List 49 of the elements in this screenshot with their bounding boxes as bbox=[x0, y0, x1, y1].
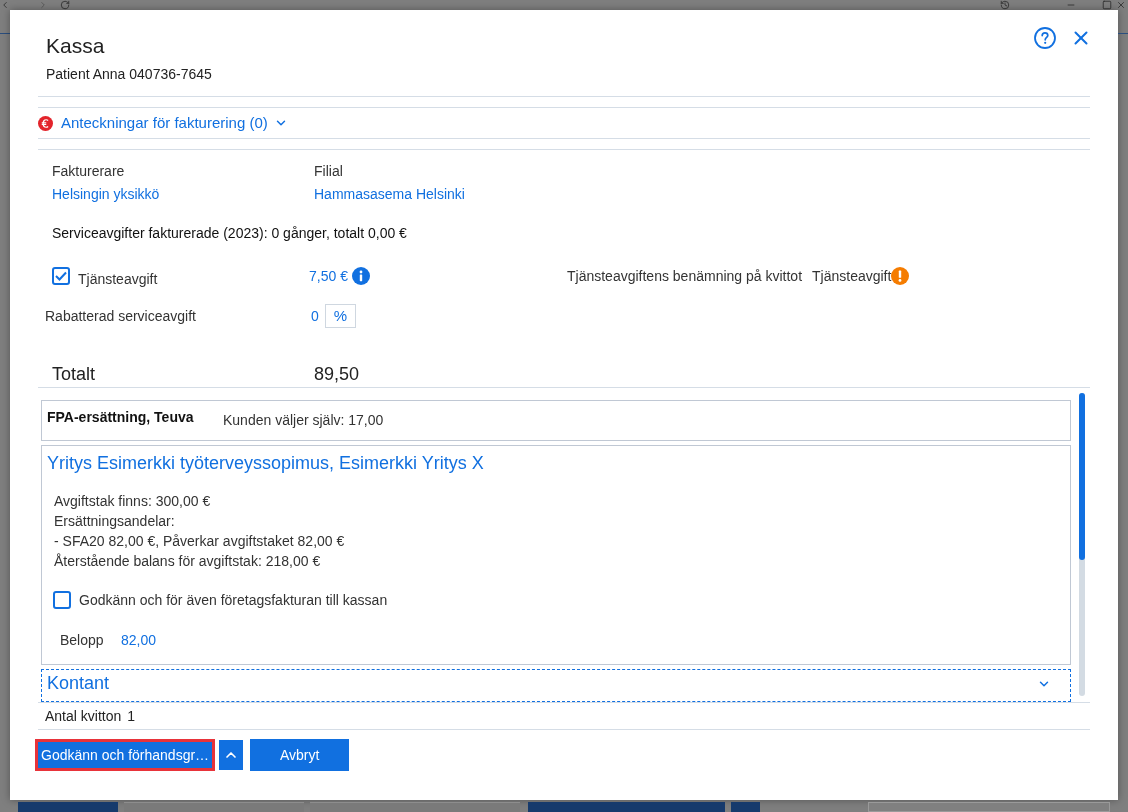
background-block bbox=[731, 802, 760, 812]
percent-toggle[interactable]: % bbox=[324, 304, 356, 328]
checkbox[interactable] bbox=[52, 267, 70, 285]
field-label: Filial bbox=[314, 162, 344, 181]
service-fee-summary: Serviceavgifter fakturerade (2023): 0 gånger, totalt 0,00 € bbox=[52, 224, 408, 243]
warning-icon bbox=[891, 267, 910, 285]
close-window-icon bbox=[1116, 0, 1126, 10]
amount-label: Belopp bbox=[60, 631, 105, 650]
discount-value[interactable]: 0 bbox=[311, 306, 319, 326]
checkbox[interactable] bbox=[53, 591, 71, 609]
checkmark-icon bbox=[55, 271, 67, 281]
help-button[interactable] bbox=[1034, 27, 1056, 49]
section-title: Kontant bbox=[47, 672, 110, 695]
billing-notes-toggle[interactable]: Anteckningar för fakturering (0) bbox=[61, 111, 268, 135]
contract-detail-line: Ersättningsandelar: bbox=[54, 512, 176, 531]
cancel-button[interactable]: Avbryt bbox=[250, 739, 350, 771]
checkbox-label[interactable]: Godkänn och för även företagsfakturan till kassan bbox=[79, 590, 388, 610]
receipt-name-value: Tjänsteavgift bbox=[812, 267, 892, 286]
info-icon[interactable] bbox=[351, 267, 370, 285]
payer-detail: Kunden väljer själv: 17,00 bbox=[223, 411, 384, 430]
contract-detail-line: Återstående balans för avgiftstak: 218,00 € bbox=[54, 552, 322, 571]
field-value[interactable]: Helsingin yksikkö bbox=[52, 184, 314, 204]
amount-value[interactable]: 82,00 bbox=[121, 630, 157, 650]
maximize-icon bbox=[1102, 0, 1112, 10]
receipt-count-label: Antal kvitton bbox=[45, 706, 122, 726]
receipt-count-value: 1 bbox=[127, 706, 136, 726]
dialog-title: Kassa bbox=[46, 33, 106, 59]
history-icon bbox=[1000, 0, 1010, 10]
more-options-button[interactable] bbox=[219, 740, 244, 770]
field-value[interactable]: Hammasasema Helsinki bbox=[314, 184, 576, 204]
total-value: 89,50 bbox=[314, 364, 360, 384]
contract-detail-line: Avgiftstak finns: 300,00 € bbox=[54, 492, 212, 511]
receipt-name-label: Tjänsteavgiftens benämning på kvittot bbox=[567, 267, 803, 286]
help-icon bbox=[1034, 27, 1056, 49]
total-label: Totalt bbox=[52, 364, 97, 384]
field-label: Fakturerare bbox=[52, 162, 126, 181]
discount-label: Rabatterad serviceavgift bbox=[45, 307, 197, 326]
euro-badge-icon bbox=[38, 115, 53, 131]
contract-detail-line: - SFA20 82,00 €, Påverkar avgiftstaket 82,00 € bbox=[54, 532, 346, 551]
payment-section-header[interactable]: Kontant bbox=[41, 669, 1071, 702]
service-fee-amount[interactable]: 7,50 € bbox=[309, 266, 348, 286]
contract-title[interactable]: Yritys Esimerkki työterveyssopimus, Esimerkki Yritys X bbox=[47, 451, 1065, 475]
scrollbar-thumb[interactable] bbox=[1079, 393, 1085, 560]
patient-info: Patient Anna 040736-7645 bbox=[46, 65, 212, 84]
scrollbar[interactable] bbox=[1079, 393, 1085, 696]
reload-icon bbox=[60, 0, 70, 10]
approve-preview-button[interactable]: Godkänn och förhandsgr… bbox=[35, 739, 216, 771]
checkbox-label[interactable]: Tjänsteavgift bbox=[78, 263, 158, 289]
payer-title: FPA-ersättning, Teuva bbox=[47, 408, 195, 427]
